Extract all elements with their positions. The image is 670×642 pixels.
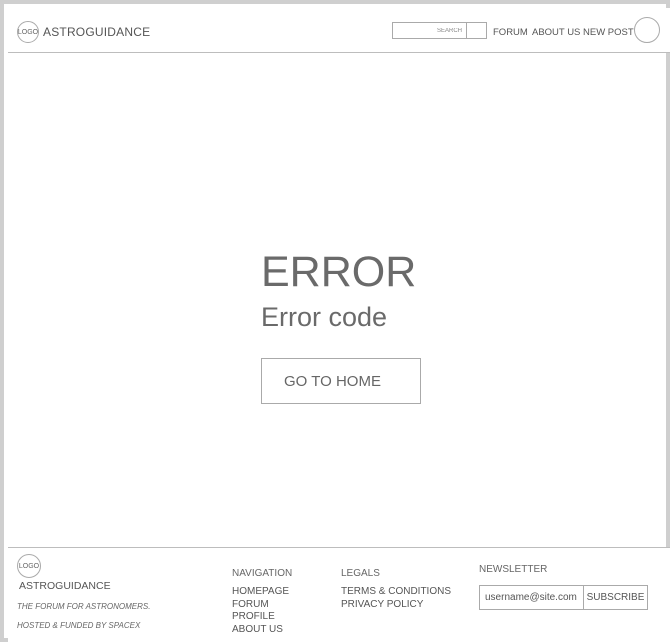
footer-link-profile[interactable]: PROFILE	[232, 611, 289, 624]
header-logo-label: LOGO	[17, 28, 39, 36]
footer-brand: ASTROGUIDANCE	[19, 580, 111, 592]
footer-tagline: THE FORUM FOR ASTRONOMERS.	[17, 602, 151, 611]
nav-about-us[interactable]: ABOUT US	[532, 27, 580, 38]
footer-navigation-list: HOMEPAGE FORUM PROFILE ABOUT US	[232, 586, 289, 636]
main-content: ERROR Error code GO TO HOME	[8, 53, 670, 547]
newsletter-form: SUBSCRIBE	[479, 585, 648, 610]
go-to-home-button[interactable]: GO TO HOME	[261, 358, 421, 404]
footer-hosted-by: HOSTED & FUNDED BY SPACEX	[17, 621, 141, 630]
footer-navigation-heading: NAVIGATION	[232, 568, 293, 579]
nav-forum[interactable]: FORUM	[493, 27, 528, 38]
nav-new-post[interactable]: NEW POST	[583, 27, 634, 38]
search-input[interactable]	[393, 23, 467, 38]
footer-link-forum[interactable]: FORUM	[232, 599, 289, 612]
footer: LOGO ASTROGUIDANCE THE FORUM FOR ASTRONO…	[8, 547, 670, 642]
footer-logo-label: LOGO	[18, 562, 40, 570]
subscribe-button[interactable]: SUBSCRIBE	[584, 586, 647, 609]
site-title[interactable]: ASTROGUIDANCE	[43, 25, 150, 39]
header-logo[interactable]: LOGO	[17, 21, 39, 43]
search-box	[392, 22, 487, 39]
footer-legals-list: TERMS & CONDITIONS PRIVACY POLICY	[341, 586, 451, 611]
search-button[interactable]	[467, 23, 486, 38]
avatar[interactable]	[634, 17, 660, 43]
error-code: Error code	[261, 302, 388, 332]
footer-logo[interactable]: LOGO	[17, 554, 41, 578]
footer-link-homepage[interactable]: HOMEPAGE	[232, 586, 289, 599]
footer-link-privacy[interactable]: PRIVACY POLICY	[341, 599, 451, 612]
footer-link-terms[interactable]: TERMS & CONDITIONS	[341, 586, 451, 599]
header: LOGO ASTROGUIDANCE FORUM ABOUT US NEW PO…	[8, 8, 670, 53]
footer-link-about-us[interactable]: ABOUT US	[232, 624, 289, 637]
error-title: ERROR	[261, 248, 417, 296]
footer-legals-heading: LEGALS	[341, 568, 380, 579]
page-frame: LOGO ASTROGUIDANCE FORUM ABOUT US NEW PO…	[0, 0, 670, 642]
newsletter-email-field[interactable]	[480, 586, 584, 609]
newsletter-heading: NEWSLETTER	[479, 564, 548, 575]
